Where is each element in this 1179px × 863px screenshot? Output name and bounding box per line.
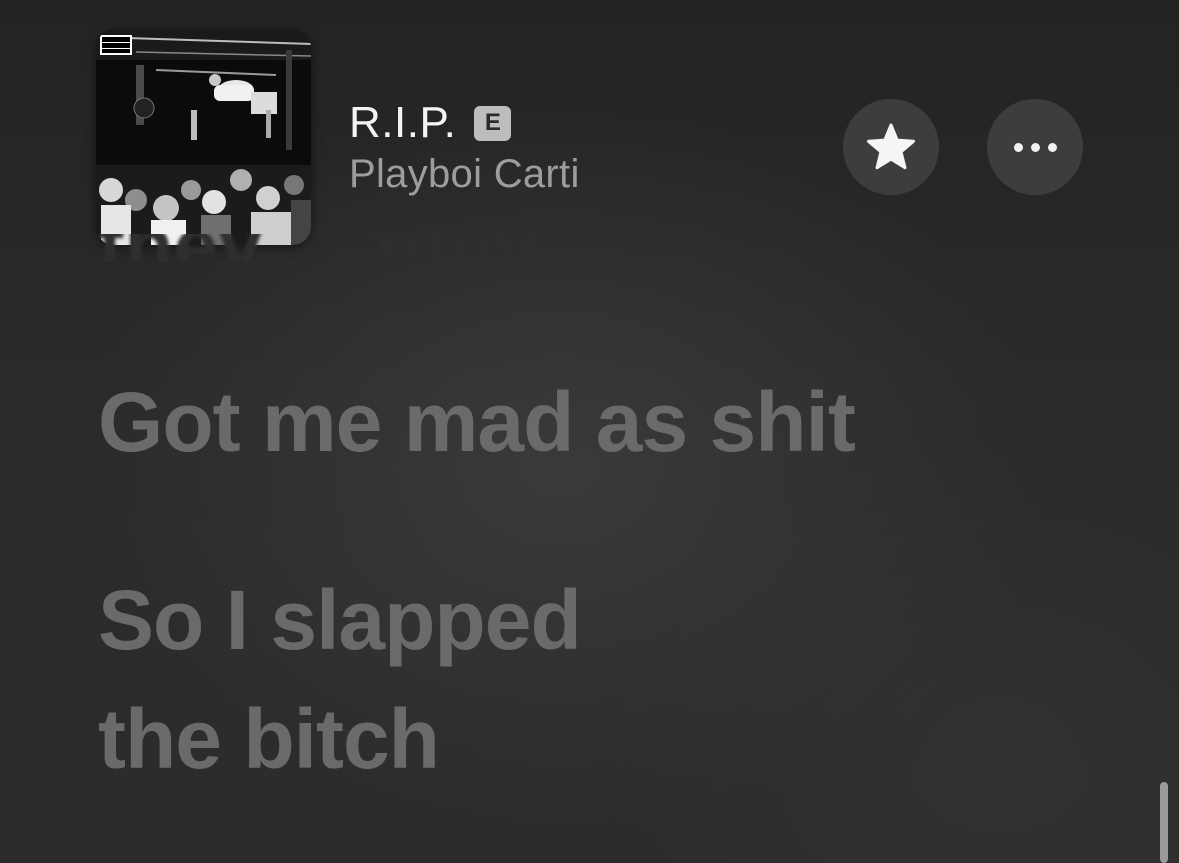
track-title-row: R.I.P. E xyxy=(349,96,512,150)
album-cover-image xyxy=(96,30,311,245)
explicit-badge: E xyxy=(474,105,512,141)
artist-name[interactable]: Playboi Carti xyxy=(349,152,580,197)
lyric-line[interactable]: the bitch xyxy=(98,697,440,781)
album-artwork[interactable] xyxy=(96,30,311,245)
ellipsis-icon xyxy=(1013,142,1057,152)
scroll-indicator[interactable] xyxy=(1160,782,1168,863)
favorite-button[interactable] xyxy=(843,99,939,195)
lyric-line[interactable]: So I slapped xyxy=(98,578,582,662)
star-icon xyxy=(867,123,915,170)
more-options-button[interactable] xyxy=(987,99,1083,195)
track-title: R.I.P. xyxy=(349,98,457,147)
lyric-line[interactable]: Got me mad as shit xyxy=(98,380,856,464)
